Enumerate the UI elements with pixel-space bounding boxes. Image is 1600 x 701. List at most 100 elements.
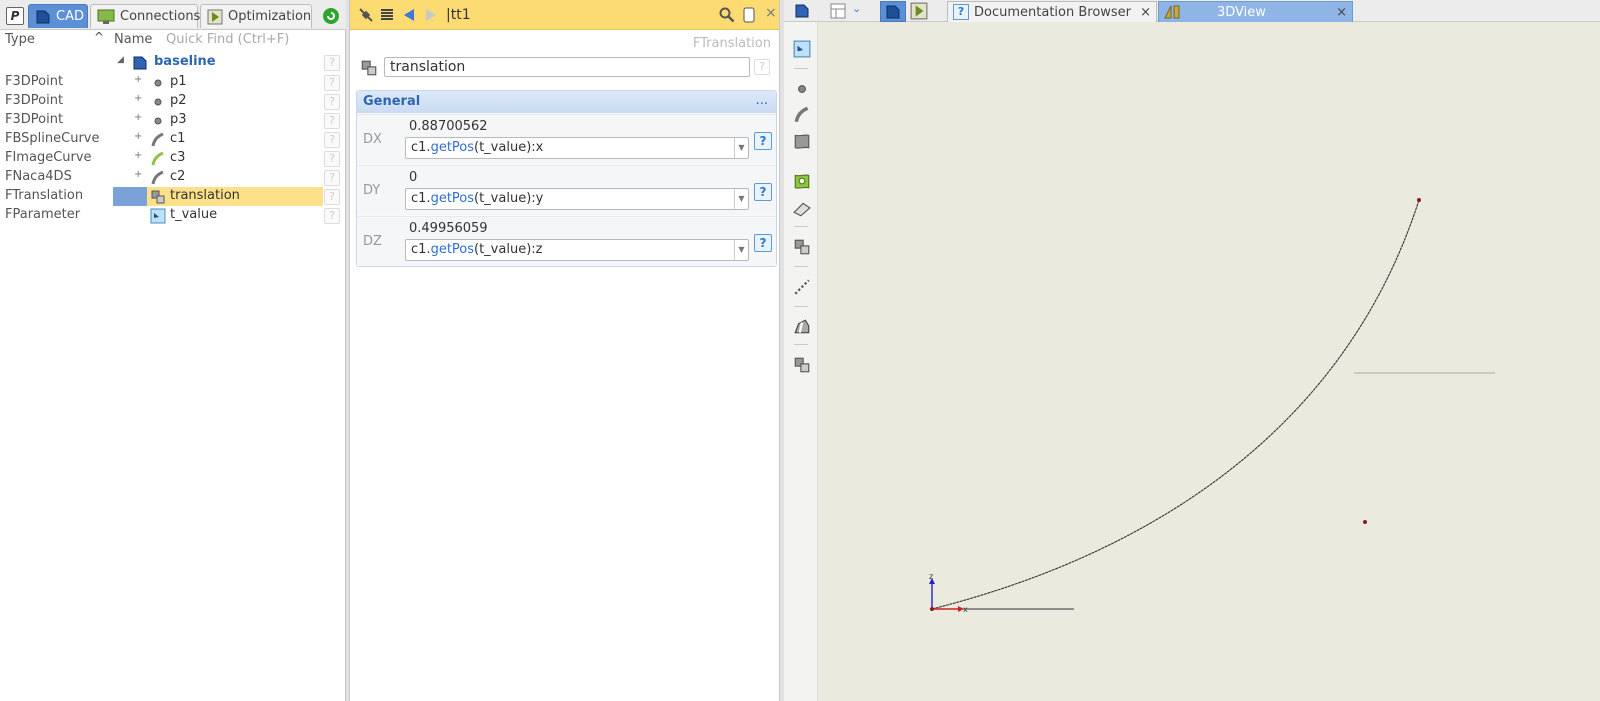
forward-arrow-icon[interactable] — [424, 7, 438, 23]
dropdown-arrow-icon[interactable]: ▼ — [734, 138, 748, 158]
column-type[interactable]: Type — [5, 32, 35, 47]
3d-viewport[interactable]: z x — [818, 22, 1600, 701]
monitor-icon — [97, 9, 115, 25]
sort-up-icon[interactable]: ^ — [94, 30, 104, 44]
tree-row-name: p3 — [170, 112, 187, 127]
column-name[interactable]: Name — [114, 32, 152, 47]
refresh-icon[interactable] — [322, 7, 340, 25]
property-header: |tt1 × — [350, 0, 779, 30]
tree-row[interactable]: FParameter t_value ? — [0, 206, 344, 225]
help-icon[interactable]: ? — [324, 55, 340, 71]
property-row-dy: DY 0 c1.getPos(t_value):y ▼ ? — [357, 165, 776, 215]
dropdown-arrow-icon[interactable]: ▼ — [734, 240, 748, 260]
parameter-tool-icon[interactable] — [793, 40, 811, 58]
help-icon[interactable]: ? — [754, 59, 770, 75]
tree-row-type: FNaca4DS — [5, 169, 72, 184]
p-button[interactable]: P — [6, 7, 24, 25]
help-icon[interactable]: ? — [324, 189, 340, 205]
toolbar-separator — [794, 226, 808, 227]
help-icon[interactable]: ? — [324, 208, 340, 224]
tree-item-label: baseline — [154, 54, 216, 69]
plane-tool-icon[interactable] — [793, 200, 811, 218]
tree-row-type: FImageCurve — [5, 150, 92, 165]
search-icon[interactable] — [719, 7, 735, 23]
tree-row[interactable]: FBSplineCurve + c1 ? — [0, 130, 344, 149]
tree-row[interactable]: F3DPoint + p2 ? — [0, 92, 344, 111]
help-icon[interactable]: ? — [754, 234, 772, 252]
help-icon[interactable]: ? — [324, 75, 340, 91]
cad-icon[interactable] — [793, 3, 811, 19]
general-section: General ... DX 0.88700562 c1.getPos(t_va… — [356, 90, 777, 267]
tree-row-selected[interactable]: FTranslation translation ? — [0, 187, 344, 206]
help-icon[interactable]: ? — [324, 94, 340, 110]
layout-icon[interactable] — [830, 3, 846, 19]
expand-icon[interactable]: + — [134, 74, 142, 85]
cad-model-icon — [132, 55, 148, 71]
image-surface-tool-icon[interactable] — [793, 172, 811, 190]
expr-object: c1. — [411, 242, 431, 257]
general-section-header[interactable]: General ... — [357, 91, 776, 113]
tree-column-header: Type ^ Name Quick Find (Ctrl+F) — [0, 30, 346, 50]
help-icon[interactable]: ? — [324, 132, 340, 148]
expand-icon[interactable]: + — [134, 131, 142, 142]
tab-label: 3DView — [1217, 4, 1266, 20]
expand-icon[interactable]: + — [134, 112, 142, 123]
help-icon[interactable]: ? — [324, 113, 340, 129]
dotted-line-tool-icon[interactable] — [793, 278, 811, 296]
tree-row[interactable]: FNaca4DS + c2 ? — [0, 168, 344, 187]
help-icon[interactable]: ? — [754, 132, 772, 150]
back-arrow-icon[interactable] — [402, 7, 416, 23]
expand-icon[interactable]: + — [134, 169, 142, 180]
property-row-dx: DX 0.88700562 c1.getPos(t_value):x ▼ ? — [357, 114, 776, 164]
close-icon[interactable]: × — [1140, 5, 1151, 20]
more-icon[interactable]: ... — [756, 93, 768, 108]
transform-tool-icon[interactable] — [793, 356, 811, 374]
parameter-icon — [150, 208, 166, 224]
expand-icon[interactable]: + — [134, 150, 142, 161]
tab-connections[interactable]: Connections — [90, 4, 201, 28]
tab-documentation-browser[interactable]: ? Documentation Browser × — [947, 1, 1157, 22]
collapse-icon[interactable]: ◢ — [117, 55, 124, 65]
play-icon[interactable] — [910, 2, 928, 20]
property-row-dz: DZ 0.49956059 c1.getPos(t_value):z ▼ ? — [357, 216, 776, 266]
expression-input[interactable]: c1.getPos(t_value):z ▼ — [405, 239, 749, 261]
section-title: General — [363, 94, 421, 109]
tab-label: Connections — [120, 9, 201, 24]
dropdown-arrow-icon[interactable]: ▼ — [734, 189, 748, 209]
expression-input[interactable]: c1.getPos(t_value):y ▼ — [405, 188, 749, 210]
expression-input[interactable]: c1.getPos(t_value):x ▼ — [405, 137, 749, 159]
translation-tool-icon[interactable] — [793, 238, 811, 256]
origin-marker — [930, 607, 934, 611]
close-icon[interactable]: × — [765, 5, 777, 21]
bspline-curve — [931, 199, 1420, 610]
z-axis-label: z — [929, 572, 933, 581]
tree-row[interactable]: F3DPoint + p3 ? — [0, 111, 344, 130]
help-icon[interactable]: ? — [324, 151, 340, 167]
tree-root-baseline[interactable]: ◢ baseline ? — [0, 53, 344, 72]
tree-row-type: F3DPoint — [5, 112, 64, 127]
tree-row[interactable]: F3DPoint + p1 ? — [0, 73, 344, 92]
close-icon[interactable]: × — [1336, 5, 1347, 20]
name-input[interactable]: translation — [384, 57, 750, 77]
expr-args: (t_value):x — [474, 140, 544, 155]
surface-tool-icon[interactable] — [793, 132, 811, 150]
list-icon[interactable] — [380, 7, 394, 23]
chevron-down-icon[interactable]: ⌄ — [852, 2, 861, 15]
tree-row-name: c3 — [170, 150, 186, 165]
help-icon[interactable]: ? — [754, 183, 772, 201]
point-tool-icon[interactable] — [793, 80, 811, 98]
detach-icon[interactable] — [742, 7, 756, 23]
cad-view-button[interactable] — [880, 1, 906, 22]
tree-row[interactable]: FImageCurve + c3 ? — [0, 149, 344, 168]
quick-find-input[interactable]: Quick Find (Ctrl+F) — [166, 32, 289, 47]
curve-tool-icon[interactable] — [793, 106, 811, 124]
help-icon[interactable]: ? — [324, 170, 340, 186]
tab-optimization[interactable]: Optimization — [200, 4, 312, 28]
expand-icon[interactable]: + — [134, 93, 142, 104]
satellite-icon[interactable] — [358, 7, 374, 23]
tab-3dview[interactable]: 3DView × — [1158, 1, 1353, 22]
expr-function: getPos — [430, 140, 475, 155]
tab-cad[interactable]: CAD — [28, 4, 88, 28]
shape-tool-icon[interactable] — [793, 318, 811, 336]
tree-row-name: translation — [170, 188, 240, 203]
